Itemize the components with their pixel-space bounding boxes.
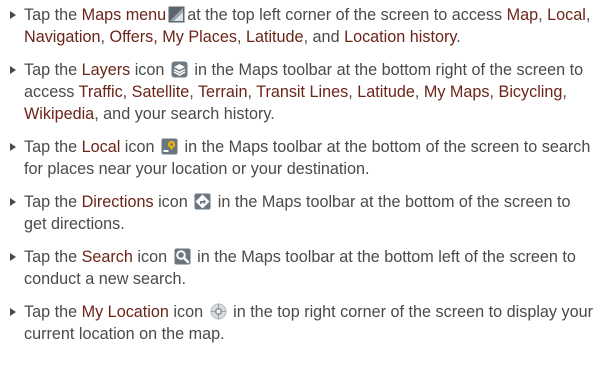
bullet-arrow-icon <box>10 198 16 206</box>
highlighted-term: Traffic <box>78 83 123 101</box>
highlighted-term: My Location <box>81 303 169 321</box>
search-icon <box>174 248 191 265</box>
highlighted-term: Layers <box>81 61 131 79</box>
highlighted-term: Offers, <box>109 28 158 46</box>
body-text: Tap the <box>24 6 82 24</box>
list-item: Tap the Maps menu at the top left corner … <box>8 4 597 48</box>
highlighted-term: Bicycling <box>498 83 563 101</box>
list-item: Tap the Layers icon in the Maps toolbar … <box>8 59 597 125</box>
layers-icon <box>171 61 188 78</box>
local-icon <box>161 138 178 155</box>
highlighted-term: My Places <box>162 28 237 46</box>
bullet-arrow-icon <box>10 11 16 19</box>
body-text: , <box>414 83 424 101</box>
bullet-arrow-icon <box>10 66 16 74</box>
highlighted-term: Search <box>81 248 133 266</box>
highlighted-term: My Maps <box>423 83 490 101</box>
body-text: at the top left corner of the screen to … <box>187 6 507 24</box>
bullet-arrow-icon <box>10 253 16 261</box>
highlighted-term: Map <box>506 6 539 24</box>
body-text: Tap the <box>24 138 82 156</box>
body-text: , <box>236 28 246 46</box>
body-text: , and <box>303 28 345 46</box>
body-text: Tap the <box>24 303 82 321</box>
body-text: Tap the <box>24 193 82 211</box>
highlighted-term: Satellite <box>131 83 190 101</box>
body-text: icon <box>130 61 169 79</box>
instruction-list: Tap the Maps menu at the top left corner … <box>8 4 597 345</box>
body-text: , <box>189 83 198 101</box>
highlighted-term: Latitude <box>357 83 415 101</box>
bullet-arrow-icon <box>10 143 16 151</box>
highlighted-term: Wikipedia <box>24 105 95 123</box>
highlighted-term: Latitude <box>245 28 304 46</box>
body-text: , <box>122 83 132 101</box>
body-text: icon <box>168 303 208 321</box>
list-item: Tap the Directions icon in the Maps tool… <box>8 191 597 235</box>
highlighted-term: Directions <box>81 193 154 211</box>
body-text: , <box>585 6 591 24</box>
body-text: , <box>489 83 499 101</box>
body-text: , and your search history. <box>94 105 275 123</box>
list-item: Tap the My Location icon in the top righ… <box>8 301 597 345</box>
body-text: icon <box>120 138 160 156</box>
highlighted-term: Location history <box>344 28 457 46</box>
body-text: icon <box>132 248 172 266</box>
highlighted-term: Maps menu <box>81 6 167 24</box>
list-item: Tap the Search icon in the Maps toolbar … <box>8 246 597 290</box>
body-text: , <box>100 28 110 46</box>
body-text: icon <box>153 193 193 211</box>
body-text: , <box>247 83 257 101</box>
highlighted-term: Navigation <box>24 28 101 46</box>
body-text: , <box>562 83 567 101</box>
body-text: Tap the <box>24 248 82 266</box>
body-text: , <box>538 6 548 24</box>
body-text: Tap the <box>24 61 82 79</box>
body-text: , <box>348 83 358 101</box>
bullet-arrow-icon <box>10 308 16 316</box>
my-location-icon <box>210 303 227 320</box>
highlighted-term: Local <box>81 138 121 156</box>
maps-help-document: Tap the Maps menu at the top left corner … <box>0 0 605 379</box>
list-item: Tap the Local icon in the Maps toolbar a… <box>8 136 597 180</box>
highlighted-term: Local <box>547 6 586 24</box>
maps-menu-icon <box>168 6 185 23</box>
body-text: . <box>456 28 461 46</box>
directions-icon <box>194 193 211 210</box>
highlighted-term: Transit Lines <box>256 83 349 101</box>
highlighted-term: Terrain <box>197 83 248 101</box>
